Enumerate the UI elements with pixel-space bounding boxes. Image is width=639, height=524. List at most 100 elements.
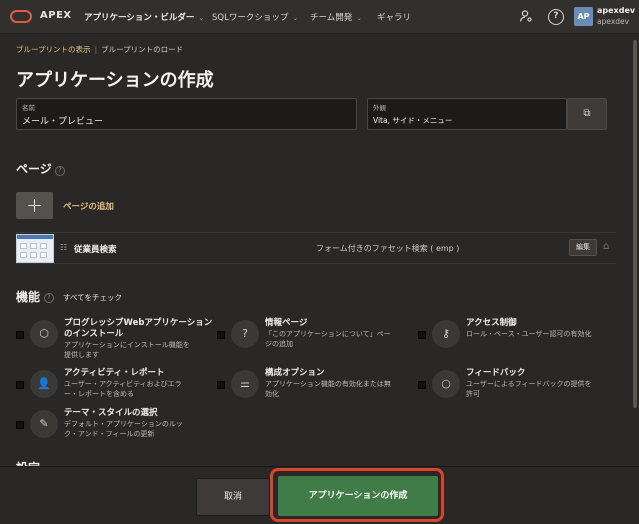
feature-title-line: 構成オプション (265, 368, 325, 378)
feature-checkbox[interactable] (16, 421, 24, 429)
page-name: 従業員検索 (74, 245, 117, 255)
breadcrumb-separator: | (94, 45, 98, 54)
feature-checkbox[interactable] (217, 381, 225, 389)
features-section-title: 機能 (16, 290, 41, 304)
user-workspace: apexdev (597, 17, 630, 26)
create-application-button[interactable]: アプリケーションの作成 (278, 476, 438, 516)
thumbnail-cell (20, 243, 27, 249)
plus-icon: + (26, 193, 43, 217)
feature-description-line: ユーザー・アクティビティおよびエラ (64, 380, 182, 388)
feature-description-line: 「このアプリケーションについて」ペー (265, 330, 391, 338)
feature-description: ロール・ベース・ユーザー認可の有効化 (466, 329, 592, 339)
name-field-label: 名前 (22, 104, 35, 112)
thumbnail-cell (40, 252, 47, 258)
feature-title: アクセス制御 (466, 318, 517, 329)
cancel-button[interactable]: 取消 (196, 478, 270, 516)
feature-checkbox[interactable] (418, 331, 426, 339)
feature-title: 構成オプション (265, 368, 325, 379)
user-settings-icon[interactable] (518, 9, 534, 25)
thumbnail-cell (20, 252, 27, 258)
brush-icon: ✎ (30, 410, 58, 438)
feature-description-line: ユーザーによるフィードバックの提供を (466, 380, 592, 388)
feature-title: アクティビティ・レポート (64, 368, 165, 379)
thumbnail-cell (30, 252, 37, 258)
help-icon[interactable]: ? (55, 166, 65, 176)
feature-description-line: アプリケーション機能の有効化または無 (265, 380, 391, 388)
feature-description-line: 許可 (466, 390, 480, 398)
question-icon: ? (231, 320, 259, 348)
feature-checkbox[interactable] (217, 331, 225, 339)
thumbnail-cell (40, 243, 47, 249)
nav-app-builder-label: アプリケーション・ビルダー (84, 13, 195, 23)
help-icon[interactable]: ? (44, 293, 54, 303)
appearance-picker-button[interactable]: ⧉ (567, 98, 607, 130)
nav-team-dev-label: チーム開発 (310, 13, 353, 23)
name-field-value[interactable]: メール・プレビュー (22, 114, 103, 127)
user-name[interactable]: apexdev (597, 6, 635, 15)
feature-title: 情報ページ (265, 318, 307, 329)
home-icon[interactable]: ⌂ (603, 241, 609, 252)
appearance-field-value: Vita, サイド・メニュー (373, 116, 453, 125)
faceted-search-icon: ☷ (60, 243, 68, 252)
vertical-scrollbar[interactable] (633, 40, 637, 408)
box-icon: ⬡ (30, 320, 58, 348)
thumbnail-cell (30, 243, 37, 249)
feature-access-control[interactable]: ⚷ アクセス制御 ロール・ベース・ユーザー認可の有効化 (418, 318, 618, 362)
thumbnail-header-bar (17, 235, 53, 239)
feature-description: デフォルト・アプリケーションのルッ ク・アンド・フィールの更新 (64, 419, 183, 439)
breadcrumb-current: ブループリントのロード (101, 45, 184, 54)
feature-description: ユーザー・アクティビティおよびエラ ー・レポートを含める (64, 379, 182, 399)
nav-team-dev[interactable]: チーム開発 ⌄ (310, 11, 362, 23)
feature-theme-style-selection[interactable]: ✎ テーマ・スタイルの選択 デフォルト・アプリケーションのルッ ク・アンド・フィー… (16, 408, 216, 442)
feature-activity-reporting[interactable]: 👤 アクティビティ・レポート ユーザー・アクティビティおよびエラ ー・レポートを含… (16, 368, 216, 402)
name-field[interactable]: 名前 メール・プレビュー (16, 98, 357, 130)
feature-checkbox[interactable] (418, 381, 426, 389)
appearance-field-label: 外観 (373, 104, 386, 112)
feature-title-line: のインストール (64, 329, 124, 339)
feature-title: プログレッシブWebアプリケーション のインストール (64, 318, 212, 340)
chevron-down-icon: ⌄ (356, 14, 363, 22)
nav-sql-workshop[interactable]: SQLワークショップ ⌄ (212, 11, 298, 23)
feature-description-line: アプリケーションにインストール機能を (64, 341, 190, 349)
nav-app-builder[interactable]: アプリケーション・ビルダー ⌄ (84, 11, 204, 23)
feature-description-line: ロール・ベース・ユーザー認可の有効化 (466, 330, 592, 338)
add-page-button[interactable]: + (16, 192, 53, 219)
user-report-icon: 👤 (30, 370, 58, 398)
appearance-field[interactable]: 外観 Vita, サイド・メニュー (367, 98, 567, 130)
feature-description: 「このアプリケーションについて」ペー ジの追加 (265, 329, 391, 349)
feature-about-page[interactable]: ? 情報ページ 「このアプリケーションについて」ペー ジの追加 (217, 318, 413, 362)
feature-configuration-options[interactable]: ⚌ 構成オプション アプリケーション機能の有効化または無 効化 (217, 368, 413, 402)
feature-description: アプリケーションにインストール機能を 提供します (64, 340, 190, 360)
breadcrumb: ブループリントの表示 | ブループリントのロード (16, 44, 183, 55)
top-navigation-bar: APEX アプリケーション・ビルダー ⌄ SQLワークショップ ⌄ チーム開発 ⌄ ギ… (0, 0, 639, 34)
check-all-link[interactable]: すべてをチェック (63, 292, 122, 303)
edit-page-button[interactable]: 編集 (569, 239, 597, 256)
page-thumbnail (16, 234, 54, 263)
open-dialog-icon: ⧉ (583, 108, 591, 119)
avatar[interactable]: AP (574, 7, 593, 26)
oracle-logo-icon[interactable] (10, 10, 32, 23)
feature-description: ユーザーによるフィードバックの提供を 許可 (466, 379, 592, 399)
brand-name[interactable]: APEX (40, 10, 72, 21)
page-description: フォーム付きのファセット検索 ( emp ) (316, 244, 460, 253)
chevron-down-icon: ⌄ (198, 14, 205, 22)
sliders-icon: ⚌ (231, 370, 259, 398)
help-icon[interactable]: ? (548, 9, 564, 25)
feature-title-line: プログレッシブWebアプリケーション (64, 318, 213, 328)
feature-description-line: ジの追加 (265, 340, 293, 348)
feature-checkbox[interactable] (16, 381, 24, 389)
feature-description-line: デフォルト・アプリケーションのルッ (64, 420, 183, 428)
feature-pwa[interactable]: ⬡ プログレッシブWebアプリケーション のインストール アプリケーションにインス… (16, 318, 216, 362)
feature-description-line: ク・アンド・フィールの更新 (64, 430, 155, 438)
add-page-link[interactable]: ページの追加 (63, 200, 114, 212)
feature-title-line: アクティビティ・レポート (64, 368, 165, 378)
nav-gallery[interactable]: ギャラリ (377, 11, 411, 23)
feature-title: フィードバック (466, 368, 525, 379)
chevron-down-icon: ⌄ (292, 14, 299, 22)
breadcrumb-link-view-blueprint[interactable]: ブループリントの表示 (16, 45, 91, 54)
key-icon: ⚷ (432, 320, 460, 348)
feature-description-line: 効化 (265, 390, 279, 398)
feature-checkbox[interactable] (16, 331, 24, 339)
page-list-item: ☷ 従業員検索 フォーム付きのファセット検索 ( emp ) 編集 ⌂ (16, 232, 616, 264)
feature-feedback[interactable]: ○ フィードバック ユーザーによるフィードバックの提供を 許可 (418, 368, 618, 402)
